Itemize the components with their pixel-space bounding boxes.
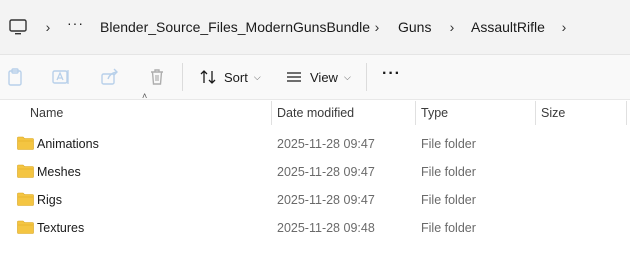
share-icon[interactable] <box>100 67 120 87</box>
column-divider[interactable] <box>415 101 416 125</box>
sort-button[interactable]: Sort ⌵ <box>200 66 261 88</box>
chevron-down-icon: ⌵ <box>253 71 261 82</box>
folder-icon <box>17 136 34 150</box>
chevron-right-icon[interactable]: › <box>371 19 383 35</box>
list-item[interactable]: Animations 2025-11-28 09:47 File folder <box>0 130 630 158</box>
list-item[interactable]: Textures 2025-11-28 09:48 File folder <box>0 214 630 242</box>
command-bar: Sort ⌵ View ⌵ ··· <box>0 55 630 100</box>
sort-label: Sort <box>224 69 248 85</box>
column-header-type[interactable]: Type <box>421 100 448 126</box>
view-icon <box>287 72 301 82</box>
toolbar-divider <box>366 63 367 91</box>
folder-icon <box>17 220 34 234</box>
column-header-date[interactable]: Date modified <box>277 100 354 126</box>
list-item[interactable]: Rigs 2025-11-28 09:47 File folder <box>0 186 630 214</box>
date-modified: 2025-11-28 09:48 <box>277 221 375 235</box>
date-modified: 2025-11-28 09:47 <box>277 137 375 151</box>
chevron-right-icon[interactable]: › <box>558 19 570 35</box>
date-modified: 2025-11-28 09:47 <box>277 193 375 207</box>
chevron-right-icon[interactable]: › <box>446 19 458 35</box>
column-header-name[interactable]: Name <box>30 100 63 126</box>
column-header-row: Name Date modified Type Size <box>0 100 630 126</box>
rename-icon[interactable] <box>51 67 71 87</box>
address-bar: › ··· Blender_Source_Files_ModernGunsBun… <box>0 0 630 55</box>
chevron-right-icon[interactable]: › <box>42 19 54 35</box>
breadcrumb-item-guns[interactable]: Guns <box>398 17 431 37</box>
date-modified: 2025-11-28 09:47 <box>277 165 375 179</box>
column-divider[interactable] <box>626 101 627 125</box>
file-type: File folder <box>421 137 476 151</box>
more-options-button[interactable]: ··· <box>382 65 401 83</box>
file-type: File folder <box>421 193 476 207</box>
folder-icon <box>17 192 34 206</box>
breadcrumb-item-assaultrifle[interactable]: AssaultRifle <box>471 17 545 37</box>
file-name: Animations <box>37 137 99 151</box>
paste-icon[interactable] <box>5 67 25 87</box>
chevron-down-icon: ⌵ <box>343 71 351 82</box>
column-divider[interactable] <box>271 101 272 125</box>
list-item[interactable]: Meshes 2025-11-28 09:47 File folder <box>0 158 630 186</box>
column-header-size[interactable]: Size <box>541 100 565 126</box>
delete-icon[interactable] <box>147 67 167 87</box>
column-divider[interactable] <box>535 101 536 125</box>
view-button[interactable]: View ⌵ <box>286 66 351 88</box>
file-type: File folder <box>421 165 476 179</box>
file-name: Meshes <box>37 165 81 179</box>
view-label: View <box>310 69 338 85</box>
this-pc-icon[interactable] <box>9 18 27 36</box>
sort-icon <box>200 70 216 84</box>
file-name: Textures <box>37 221 85 235</box>
file-type: File folder <box>421 221 476 235</box>
breadcrumb-item-bundle[interactable]: Blender_Source_Files_ModernGunsBundle <box>100 17 370 37</box>
folder-icon <box>17 164 34 178</box>
toolbar-divider <box>182 63 183 91</box>
file-name: Rigs <box>37 193 63 207</box>
breadcrumb-overflow-button[interactable]: ··· <box>67 15 84 31</box>
